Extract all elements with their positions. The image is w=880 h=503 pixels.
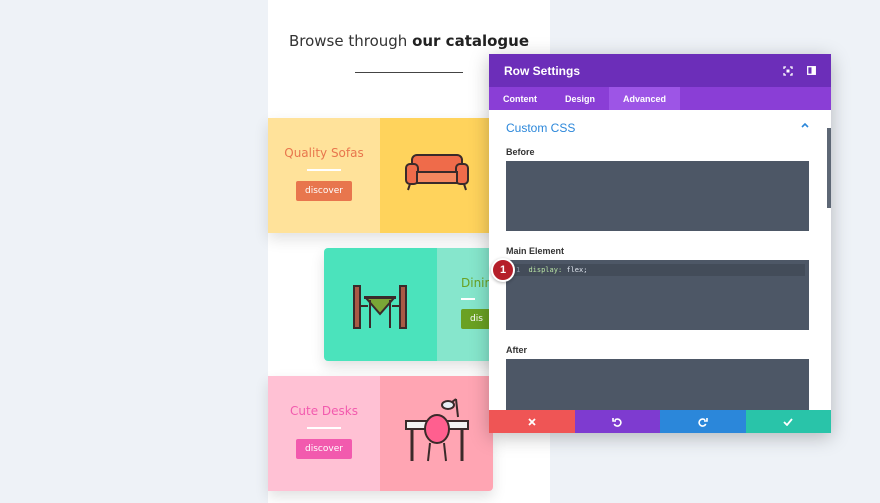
- css-property: display:: [528, 266, 563, 274]
- heading-light-text: Browse through: [288, 32, 408, 50]
- before-label: Before: [506, 147, 535, 157]
- before-css-editor[interactable]: [506, 161, 809, 231]
- close-icon: [528, 417, 536, 426]
- after-label: After: [506, 345, 528, 355]
- undo-icon: [612, 417, 622, 427]
- css-value: flex;: [566, 266, 588, 274]
- sofa-icon: [405, 154, 469, 191]
- card-divider: [307, 169, 341, 171]
- card-divider: [461, 298, 475, 300]
- undo-button[interactable]: [574, 410, 660, 433]
- discover-button[interactable]: discover: [296, 181, 352, 201]
- desk-card-content: Cute Desks discover: [268, 404, 380, 459]
- card-divider: [307, 427, 341, 429]
- catalogue-heading: Browse through our catalogue: [268, 32, 550, 50]
- sofa-card-content: Quality Sofas discover: [268, 146, 380, 201]
- expand-icon[interactable]: [783, 65, 793, 76]
- modal-body: Custom CSS Before Main Element 1 display…: [489, 110, 831, 410]
- card-title: Dinin: [461, 276, 493, 290]
- save-button[interactable]: [745, 410, 831, 433]
- discover-button[interactable]: dis: [461, 309, 492, 329]
- sidebar-toggle-icon[interactable]: [807, 66, 816, 75]
- tab-content[interactable]: Content: [489, 87, 551, 110]
- heading-divider: [355, 72, 463, 73]
- tab-advanced[interactable]: Advanced: [609, 87, 681, 110]
- discard-button[interactable]: [489, 410, 575, 433]
- step-number-badge: 1: [491, 258, 515, 282]
- desk-icon: [405, 398, 469, 462]
- modal-scrollbar[interactable]: [827, 128, 831, 208]
- redo-button[interactable]: [660, 410, 746, 433]
- code-line: 1 display: flex;: [510, 264, 805, 276]
- main-element-css-editor[interactable]: 1 display: flex;: [506, 260, 809, 330]
- modal-footer: [489, 410, 831, 433]
- redo-icon: [698, 417, 708, 427]
- dining-table-icon: [353, 285, 407, 329]
- row-settings-modal: Row Settings Content Design Advanced Cus…: [489, 54, 831, 433]
- line-number: 1: [516, 266, 521, 274]
- card-title: Quality Sofas: [284, 146, 364, 160]
- modal-header[interactable]: Row Settings: [489, 54, 831, 87]
- after-css-editor[interactable]: [506, 359, 809, 410]
- heading-bold-text: our catalogue: [412, 32, 530, 50]
- discover-button[interactable]: discover: [296, 439, 352, 459]
- chevron-up-icon[interactable]: [801, 122, 809, 128]
- modal-title: Row Settings: [504, 63, 581, 78]
- card-title: Cute Desks: [290, 404, 358, 418]
- main-element-label: Main Element: [506, 246, 565, 256]
- custom-css-section-title[interactable]: Custom CSS: [506, 121, 575, 135]
- modal-tabs: Content Design Advanced: [489, 87, 831, 110]
- tab-design[interactable]: Design: [551, 87, 609, 110]
- check-icon: [783, 417, 793, 426]
